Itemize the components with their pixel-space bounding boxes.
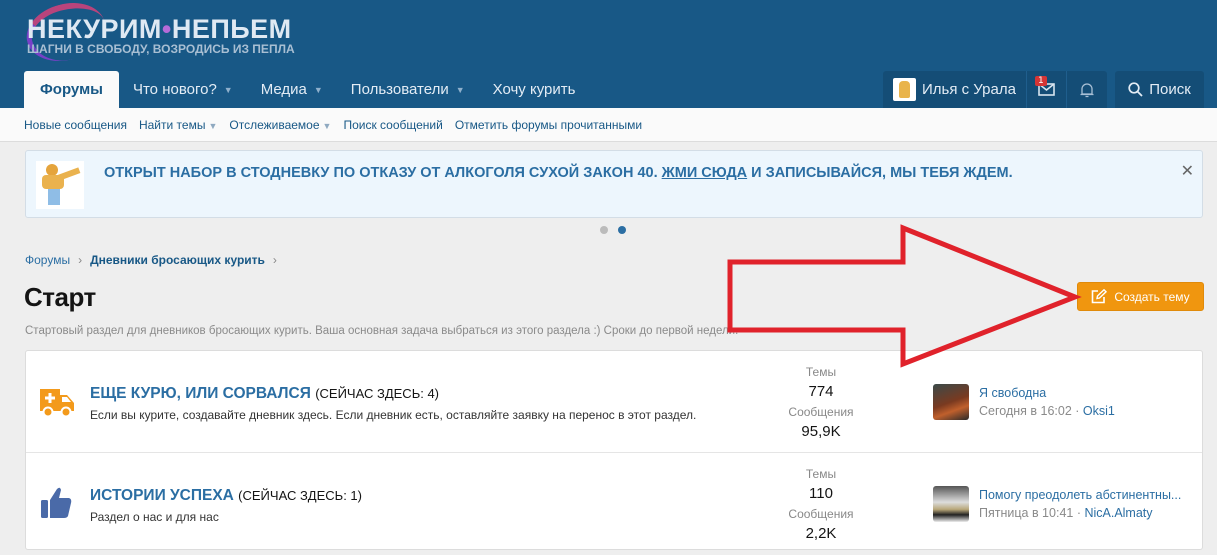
user-menu[interactable]: Илья с Урала (883, 71, 1027, 108)
tab-whats-new[interactable]: Что нового? ▼ (119, 71, 247, 108)
inbox-badge: 1 (1034, 76, 1047, 86)
subnav-label: Найти темы (138, 117, 206, 132)
notice-link[interactable]: ЖМИ СЮДА (662, 165, 748, 181)
forum-stats: Темы 774 Сообщения 95,9K (781, 363, 861, 443)
tab-label: Пользователи (350, 81, 449, 98)
avatar[interactable] (933, 486, 969, 522)
last-post-user[interactable]: Oksi1 (1083, 404, 1115, 418)
last-post-user[interactable]: NicA.Almaty (1084, 506, 1152, 520)
ambulance-icon (40, 389, 74, 418)
site-header: НЕКУРИМ•НЕПЬЕМ ШАГНИ В СВОБОДУ, ВОЗРОДИС… (0, 0, 1217, 108)
tab-label: Форумы (40, 81, 103, 98)
pager-dot-active[interactable] (618, 226, 626, 234)
caret-down-icon[interactable]: ▼ (314, 85, 323, 95)
notice-text: ОТКРЫТ НАБОР В СТОДНЕВКУ ПО ОТКАЗУ ОТ АЛ… (104, 165, 1013, 181)
logo-text-right: НЕПЬЕМ (171, 14, 292, 44)
forum-title: ЕЩЕ КУРЮ, ИЛИ СОРВАЛСЯ (СЕЙЧАС ЗДЕСЬ: 4) (90, 385, 439, 403)
tab-label: Хочу курить (492, 81, 576, 98)
avatar (893, 78, 916, 101)
caret-down-icon[interactable]: ▼ (208, 121, 217, 131)
threads-label: Темы (805, 365, 837, 379)
tab-label: Что нового? (132, 81, 217, 98)
notice-banner: ОТКРЫТ НАБОР В СТОДНЕВКУ ПО ОТКАЗУ ОТ АЛ… (25, 150, 1203, 218)
tab-media[interactable]: Медиа ▼ (247, 71, 337, 108)
bell-icon (1080, 82, 1094, 97)
create-thread-button[interactable]: Создать тему (1077, 282, 1204, 311)
forum-link[interactable]: ИСТОРИИ УСПЕХА (90, 487, 234, 504)
caret-down-icon[interactable]: ▼ (224, 85, 233, 95)
chevron-right-icon: › (78, 253, 83, 267)
notice-text-after: И ЗАПИСЫВАЙСЯ, МЫ ТЕБЯ ЖДЕМ. (751, 165, 1013, 181)
messages-label: Сообщения (788, 507, 854, 521)
sub-nav: Новые сообщения Найти темы ▼ Отслеживаемо… (0, 108, 1217, 142)
caret-down-icon[interactable]: ▼ (456, 85, 465, 95)
last-post: Помогу преодолеть абстинентны... Пятница… (933, 486, 1181, 522)
online-count: (СЕЙЧАС ЗДЕСЬ: 1) (238, 488, 362, 503)
pager-dot[interactable] (600, 226, 608, 234)
chevron-right-icon: › (272, 253, 277, 267)
subnav-label: Отслеживаемое (229, 117, 320, 132)
tab-forums[interactable]: Форумы (24, 71, 119, 108)
threads-label: Темы (805, 467, 837, 481)
tab-users[interactable]: Пользователи ▼ (337, 71, 479, 108)
user-area: Илья с Урала 1 (883, 71, 1107, 108)
caret-down-icon[interactable]: ▼ (323, 121, 332, 131)
annotation-arrow-shape (727, 224, 1082, 368)
tab-label: Медиа (260, 81, 307, 98)
threads-count: 774 (808, 383, 834, 400)
messages-label: Сообщения (788, 405, 854, 419)
forum-description: Если вы курите, создавайте дневник здесь… (90, 408, 697, 422)
create-thread-label: Создать тему (1114, 289, 1190, 304)
search-icon (1128, 82, 1143, 97)
last-post-time[interactable]: Сегодня в 16:02 (979, 404, 1072, 418)
subnav-find-threads[interactable]: Найти темы ▼ (139, 118, 217, 132)
forum-stats: Темы 110 Сообщения 2,2K (781, 465, 861, 545)
forum-title: ИСТОРИИ УСПЕХА (СЕЙЧАС ЗДЕСЬ: 1) (90, 487, 362, 505)
forum-list: ЕЩЕ КУРЮ, ИЛИ СОРВАЛСЯ (СЕЙЧАС ЗДЕСЬ: 4)… (25, 350, 1203, 550)
edit-icon (1092, 289, 1108, 304)
breadcrumb: Форумы › Дневники бросающих курить › (25, 253, 277, 267)
threads-count: 110 (809, 485, 833, 502)
subnav-mark-read[interactable]: Отметить форумы прочитанными (455, 118, 642, 132)
messages-count: 95,9K (801, 423, 841, 440)
subnav-watched[interactable]: Отслеживаемое ▼ (229, 118, 331, 132)
last-post-title[interactable]: Я свободна (979, 384, 1115, 402)
subnav-new-posts[interactable]: Новые сообщения (24, 118, 127, 132)
page-description: Стартовый раздел для дневников бросающих… (25, 325, 739, 337)
online-count: (СЕЙЧАС ЗДЕСЬ: 4) (315, 386, 440, 401)
last-post-title[interactable]: Помогу преодолеть абстинентны... (979, 486, 1181, 504)
logo-dot: • (161, 14, 172, 44)
notice-pager (600, 226, 626, 234)
breadcrumb-diaries[interactable]: Дневники бросающих курить (90, 253, 265, 267)
notice-text-main: ОТКРЫТ НАБОР В СТОДНЕВКУ ПО ОТКАЗУ ОТ АЛ… (104, 165, 658, 181)
notice-image (36, 161, 84, 209)
inbox-button[interactable]: 1 (1027, 71, 1067, 108)
alerts-button[interactable] (1067, 71, 1107, 108)
tab-want-smoke[interactable]: Хочу курить (479, 71, 590, 108)
subnav-search-posts[interactable]: Поиск сообщений (343, 118, 442, 132)
logo-tagline: ШАГНИ В СВОБОДУ, ВОЗРОДИСЬ ИЗ ПЕПЛА (27, 42, 295, 56)
breadcrumb-forums[interactable]: Форумы (25, 253, 70, 267)
search-label: Поиск (1149, 81, 1191, 98)
site-logo[interactable]: НЕКУРИМ•НЕПЬЕМ ШАГНИ В СВОБОДУ, ВОЗРОДИС… (27, 14, 295, 56)
user-name: Илья с Урала (922, 81, 1016, 98)
last-post: Я свободна Сегодня в 16:02 · Oksi1 (933, 384, 1115, 420)
main-nav: Форумы Что нового? ▼ Медиа ▼ Пользователи ▼… (24, 71, 589, 108)
forum-row: ИСТОРИИ УСПЕХА (СЕЙЧАС ЗДЕСЬ: 1) Раздел … (26, 453, 1202, 555)
last-post-time[interactable]: Пятница в 10:41 (979, 506, 1073, 520)
avatar[interactable] (933, 384, 969, 420)
messages-count: 2,2K (805, 525, 837, 542)
page-title: Старт (24, 282, 96, 312)
forum-link[interactable]: ЕЩЕ КУРЮ, ИЛИ СОРВАЛСЯ (90, 385, 311, 402)
search-button[interactable]: Поиск (1115, 71, 1204, 108)
forum-row: ЕЩЕ КУРЮ, ИЛИ СОРВАЛСЯ (СЕЙЧАС ЗДЕСЬ: 4)… (26, 351, 1202, 453)
thumbs-up-icon (41, 487, 72, 518)
forum-description: Раздел о нас и для нас (90, 510, 219, 524)
close-icon[interactable]: ✕ (1181, 161, 1194, 180)
logo-text-left: НЕКУРИМ (27, 14, 162, 44)
